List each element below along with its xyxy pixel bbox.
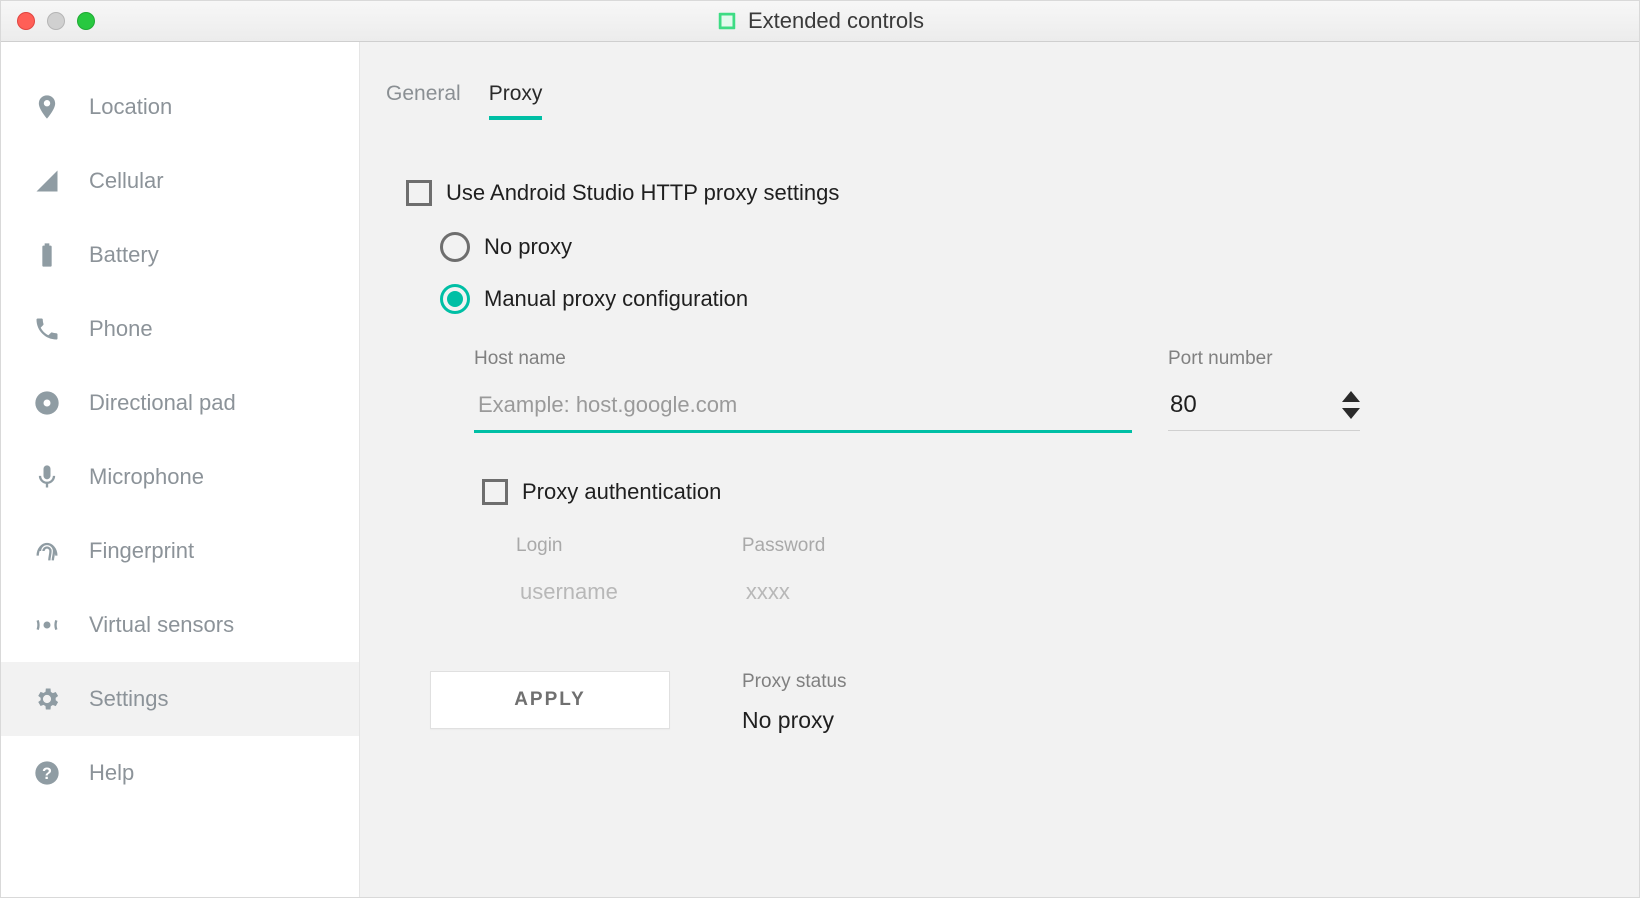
signal-icon bbox=[33, 167, 61, 195]
port-number-label: Port number bbox=[1168, 348, 1360, 370]
port-step-up[interactable] bbox=[1342, 391, 1360, 402]
main-panel: General Proxy Use Android Studio HTTP pr… bbox=[360, 42, 1639, 897]
port-spinner bbox=[1342, 391, 1360, 419]
sidebar-item-label: Cellular bbox=[89, 168, 164, 194]
radio-manual-proxy[interactable]: Manual proxy configuration bbox=[440, 284, 1599, 314]
sidebar-item-help[interactable]: ? Help bbox=[1, 736, 359, 810]
port-number-input[interactable] bbox=[1168, 390, 1342, 420]
tab-general[interactable]: General bbox=[386, 82, 461, 120]
sidebar-item-fingerprint[interactable]: Fingerprint bbox=[1, 514, 359, 588]
fingerprint-icon bbox=[33, 537, 61, 565]
radio-no-proxy[interactable]: No proxy bbox=[440, 232, 1599, 262]
sidebar-item-location[interactable]: Location bbox=[1, 70, 359, 144]
sidebar-item-cellular[interactable]: Cellular bbox=[1, 144, 359, 218]
sidebar-item-label: Microphone bbox=[89, 464, 204, 490]
sidebar-item-settings[interactable]: Settings bbox=[1, 662, 359, 736]
zoom-window-button[interactable] bbox=[77, 12, 95, 30]
port-step-down[interactable] bbox=[1342, 408, 1360, 419]
password-label: Password bbox=[742, 535, 825, 557]
use-studio-proxy-label: Use Android Studio HTTP proxy settings bbox=[446, 180, 839, 206]
settings-tabs: General Proxy bbox=[382, 82, 1599, 120]
radio-no-proxy-label: No proxy bbox=[484, 234, 572, 260]
tab-proxy[interactable]: Proxy bbox=[489, 82, 543, 120]
proxy-form: Use Android Studio HTTP proxy settings N… bbox=[382, 120, 1599, 734]
titlebar: Extended controls bbox=[1, 1, 1639, 42]
minimize-window-button[interactable] bbox=[47, 12, 65, 30]
use-studio-proxy-checkbox[interactable] bbox=[406, 180, 432, 206]
password-input: xxxx bbox=[742, 573, 825, 611]
close-window-button[interactable] bbox=[17, 12, 35, 30]
sidebar-item-label: Help bbox=[89, 760, 134, 786]
proxy-mode-radio-group: No proxy Manual proxy configuration bbox=[440, 232, 1599, 314]
login-input: username bbox=[516, 573, 622, 611]
sidebar-item-phone[interactable]: Phone bbox=[1, 292, 359, 366]
help-icon: ? bbox=[33, 759, 61, 787]
host-name-input[interactable] bbox=[474, 386, 1132, 433]
radio-manual-proxy-indicator bbox=[440, 284, 470, 314]
app-icon bbox=[716, 10, 738, 32]
svg-text:?: ? bbox=[42, 765, 52, 783]
sidebar-item-label: Battery bbox=[89, 242, 159, 268]
sensors-icon bbox=[33, 611, 61, 639]
sidebar-item-label: Fingerprint bbox=[89, 538, 194, 564]
sidebar-item-label: Virtual sensors bbox=[89, 612, 234, 638]
battery-icon bbox=[33, 241, 61, 269]
proxy-auth-checkbox[interactable] bbox=[482, 479, 508, 505]
window: Extended controls Location Cellular bbox=[0, 0, 1640, 898]
microphone-icon bbox=[33, 463, 61, 491]
sidebar-item-label: Directional pad bbox=[89, 390, 236, 416]
gear-icon bbox=[33, 685, 61, 713]
login-label: Login bbox=[516, 535, 622, 557]
sidebar-item-directional-pad[interactable]: Directional pad bbox=[1, 366, 359, 440]
sidebar-item-label: Location bbox=[89, 94, 172, 120]
host-name-label: Host name bbox=[474, 348, 1132, 370]
sidebar-item-virtual-sensors[interactable]: Virtual sensors bbox=[1, 588, 359, 662]
dpad-icon bbox=[33, 389, 61, 417]
sidebar-item-label: Settings bbox=[89, 686, 169, 712]
window-title: Extended controls bbox=[748, 8, 924, 34]
proxy-auth-label: Proxy authentication bbox=[522, 479, 721, 505]
sidebar: Location Cellular Battery Phone bbox=[1, 42, 360, 897]
proxy-status-label: Proxy status bbox=[742, 671, 847, 693]
radio-no-proxy-indicator bbox=[440, 232, 470, 262]
apply-button[interactable]: APPLY bbox=[430, 671, 670, 729]
traffic-lights bbox=[17, 12, 95, 30]
proxy-status-value: No proxy bbox=[742, 707, 847, 734]
sidebar-item-microphone[interactable]: Microphone bbox=[1, 440, 359, 514]
sidebar-item-label: Phone bbox=[89, 316, 153, 342]
radio-manual-proxy-label: Manual proxy configuration bbox=[484, 286, 748, 312]
sidebar-item-battery[interactable]: Battery bbox=[1, 218, 359, 292]
phone-icon bbox=[33, 315, 61, 343]
location-pin-icon bbox=[33, 93, 61, 121]
